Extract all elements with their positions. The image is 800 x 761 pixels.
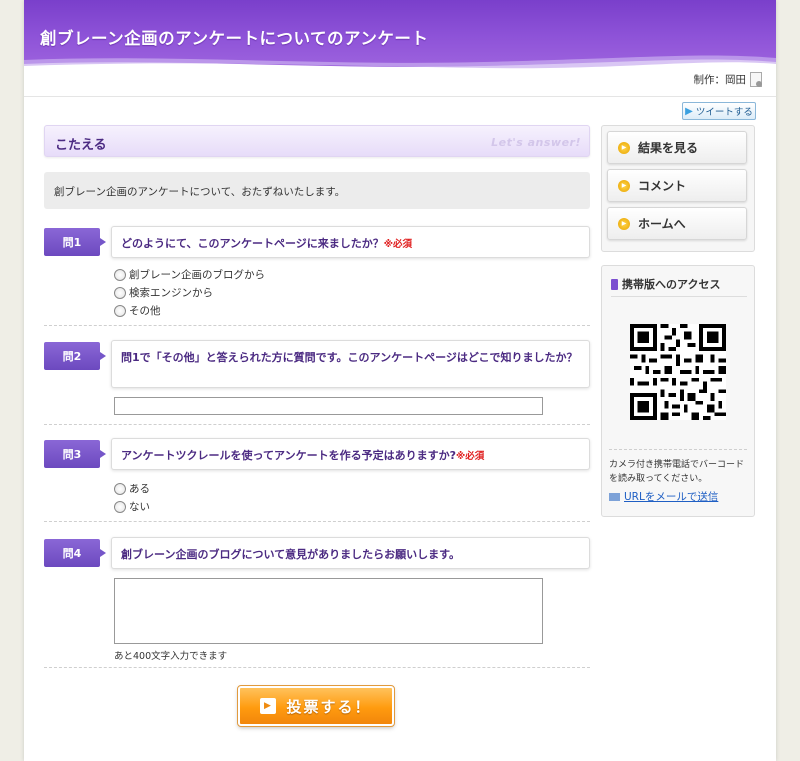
section-divider: [44, 325, 590, 326]
header-banner: 創ブレーン企画のアンケートについてのアンケート: [24, 0, 776, 82]
play-icon: ▶: [618, 179, 630, 192]
question-1-text: どのようにて、このアンケートページに来ましたか？: [121, 237, 384, 250]
section-divider: [44, 667, 590, 668]
radio-button[interactable]: [114, 304, 126, 317]
comment-button[interactable]: ▶ コメント: [607, 169, 747, 202]
question-2-text: 問1で「その他」と答えられた方に質問です。このアンケートページはどこで知りました…: [121, 351, 578, 364]
vote-button[interactable]: ▶ 投票する！: [237, 685, 395, 727]
header-divider: [24, 96, 776, 97]
play-icon: ▶: [260, 698, 277, 714]
author-label: 制作：岡田: [693, 74, 747, 86]
section-divider: [44, 424, 590, 425]
q1-option-1[interactable]: 創ブレーン企画のブログから: [114, 267, 265, 282]
question-3-box: アンケートツクレールを使ってアンケートを作る予定はありますか?※必須: [111, 438, 590, 470]
question-3-text: アンケートツクレールを使ってアンケートを作る予定はありますか?: [121, 449, 456, 462]
question-4-box: 創ブレーン企画のブログについて意見がありましたらお願いします。: [111, 537, 590, 569]
q1-option-3[interactable]: その他: [114, 303, 161, 318]
char-count: あと400文字入力できます: [114, 651, 228, 662]
mobile-access-panel: 携帯版へのアクセス カメラ付き携帯電話でバーコードを読み取ってください。 URL…: [601, 265, 755, 517]
question-1-required: ※必須: [383, 239, 413, 250]
twitter-bird-icon: ▶: [685, 105, 693, 117]
play-icon: ▶: [618, 217, 630, 230]
question-4-tag: 問4: [44, 539, 106, 567]
answer-section-heading: こたえる Let's answer!: [44, 125, 590, 157]
q1-option-1-label: 創ブレーン企画のブログから: [129, 269, 265, 281]
mobile-access-title: 携帯版へのアクセス: [611, 276, 747, 297]
q1-option-3-label: その他: [129, 305, 161, 317]
comment-label: コメント: [638, 179, 687, 193]
radio-button[interactable]: [114, 482, 126, 495]
radio-button[interactable]: [114, 286, 126, 299]
home-button[interactable]: ▶ ホームへ: [607, 207, 747, 240]
radio-button[interactable]: [114, 500, 126, 513]
play-icon: ▶: [618, 141, 630, 154]
question-4-text: 創ブレーン企画のブログについて意見がありましたらお願いします。: [121, 548, 461, 561]
question-1-tag: 問1: [44, 228, 106, 256]
results-button[interactable]: ▶ 結果を見る: [607, 131, 747, 164]
page-container: 創ブレーン企画のアンケートについてのアンケート 制作：岡田 ▶ ツイートする こ…: [24, 0, 776, 761]
question-2-box: 問1で「その他」と答えられた方に質問です。このアンケートページはどこで知りました…: [111, 340, 590, 388]
phone-icon: [611, 278, 618, 290]
vote-label: 投票する！: [286, 697, 372, 716]
answer-heading-label: こたえる: [55, 138, 107, 153]
q1-option-2[interactable]: 検索エンジンから: [114, 285, 213, 300]
radio-button[interactable]: [114, 268, 126, 281]
home-label: ホームへ: [638, 217, 686, 231]
question-1-box: どのようにて、このアンケートページに来ましたか？※必須: [111, 226, 590, 258]
question-4-textarea[interactable]: [114, 578, 543, 644]
results-label: 結果を見る: [638, 141, 699, 155]
mail-link-label: URLをメールで送信: [624, 491, 719, 503]
question-2-text-input[interactable]: [114, 397, 543, 415]
tweet-label: ツイートする: [695, 107, 753, 118]
answer-heading-decoration: Let's answer!: [491, 136, 581, 149]
intro-text: 創ブレーン企画のアンケートについて、おたずねいたします。: [44, 172, 590, 209]
question-2-tag: 問2: [44, 342, 106, 370]
q3-option-2-label: ない: [129, 501, 150, 513]
question-3-required: ※必須: [455, 451, 485, 462]
tweet-button[interactable]: ▶ ツイートする: [682, 102, 756, 120]
q3-option-1[interactable]: ある: [114, 481, 150, 496]
sidebar-nav: ▶ 結果を見る ▶ コメント ▶ ホームへ: [601, 125, 755, 252]
question-3-tag: 問3: [44, 440, 106, 468]
mail-icon: [609, 492, 620, 501]
document-icon: [750, 72, 762, 87]
q3-option-2[interactable]: ない: [114, 499, 150, 514]
qr-code: [630, 324, 726, 420]
section-divider: [44, 521, 590, 522]
q3-option-1-label: ある: [129, 483, 150, 495]
section-divider: [609, 449, 747, 450]
mobile-description: カメラ付き携帯電話でバーコードを読み取ってください。: [609, 460, 745, 484]
send-url-by-mail-link[interactable]: URLをメールで送信: [609, 489, 718, 504]
mobile-title-label: 携帯版へのアクセス: [622, 278, 721, 291]
page-title: 創ブレーン企画のアンケートについてのアンケート: [40, 29, 429, 48]
author-credit: 制作：岡田: [693, 72, 762, 87]
q1-option-2-label: 検索エンジンから: [129, 287, 213, 299]
